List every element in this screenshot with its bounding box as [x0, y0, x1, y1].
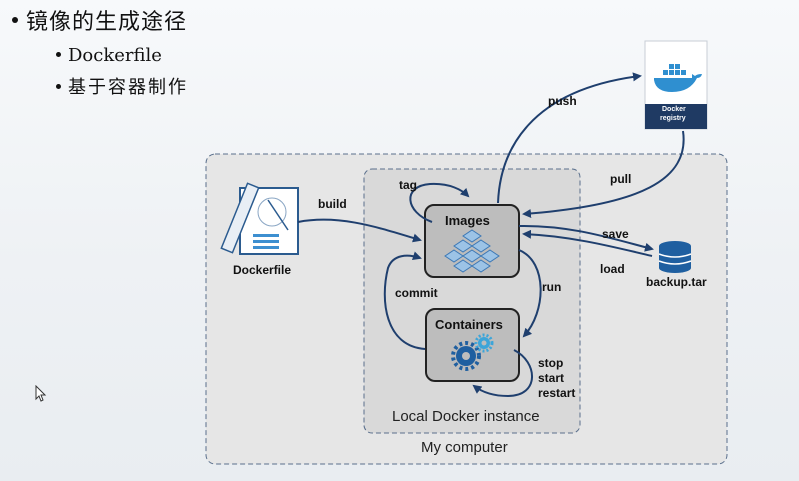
load-edge-label: load [600, 262, 625, 276]
stop-edge-label: stop [538, 356, 564, 370]
build-edge-label: build [318, 197, 347, 211]
backup-database-icon [658, 241, 692, 273]
run-edge-label: run [542, 280, 562, 294]
my-computer-label: My computer [421, 439, 508, 456]
tag-edge-label: tag [399, 178, 417, 192]
registry-label-line2: registry [660, 115, 686, 122]
start-edge-label: start [538, 371, 565, 385]
mouse-cursor-icon [35, 385, 47, 402]
dockerfile-label: Dockerfile [233, 263, 292, 277]
push-edge-label: push [548, 94, 577, 108]
commit-edge-label: commit [395, 286, 438, 300]
backup-label: backup.tar [646, 275, 707, 289]
pull-edge-label: pull [610, 172, 632, 186]
images-label: Images [445, 213, 490, 228]
registry-label-line1: Docker [662, 106, 686, 113]
local-docker-instance-label: Local Docker instance [392, 408, 540, 425]
restart-edge-label: restart [538, 386, 576, 400]
save-edge-label: save [602, 227, 629, 241]
containers-label: Containers [435, 317, 503, 332]
